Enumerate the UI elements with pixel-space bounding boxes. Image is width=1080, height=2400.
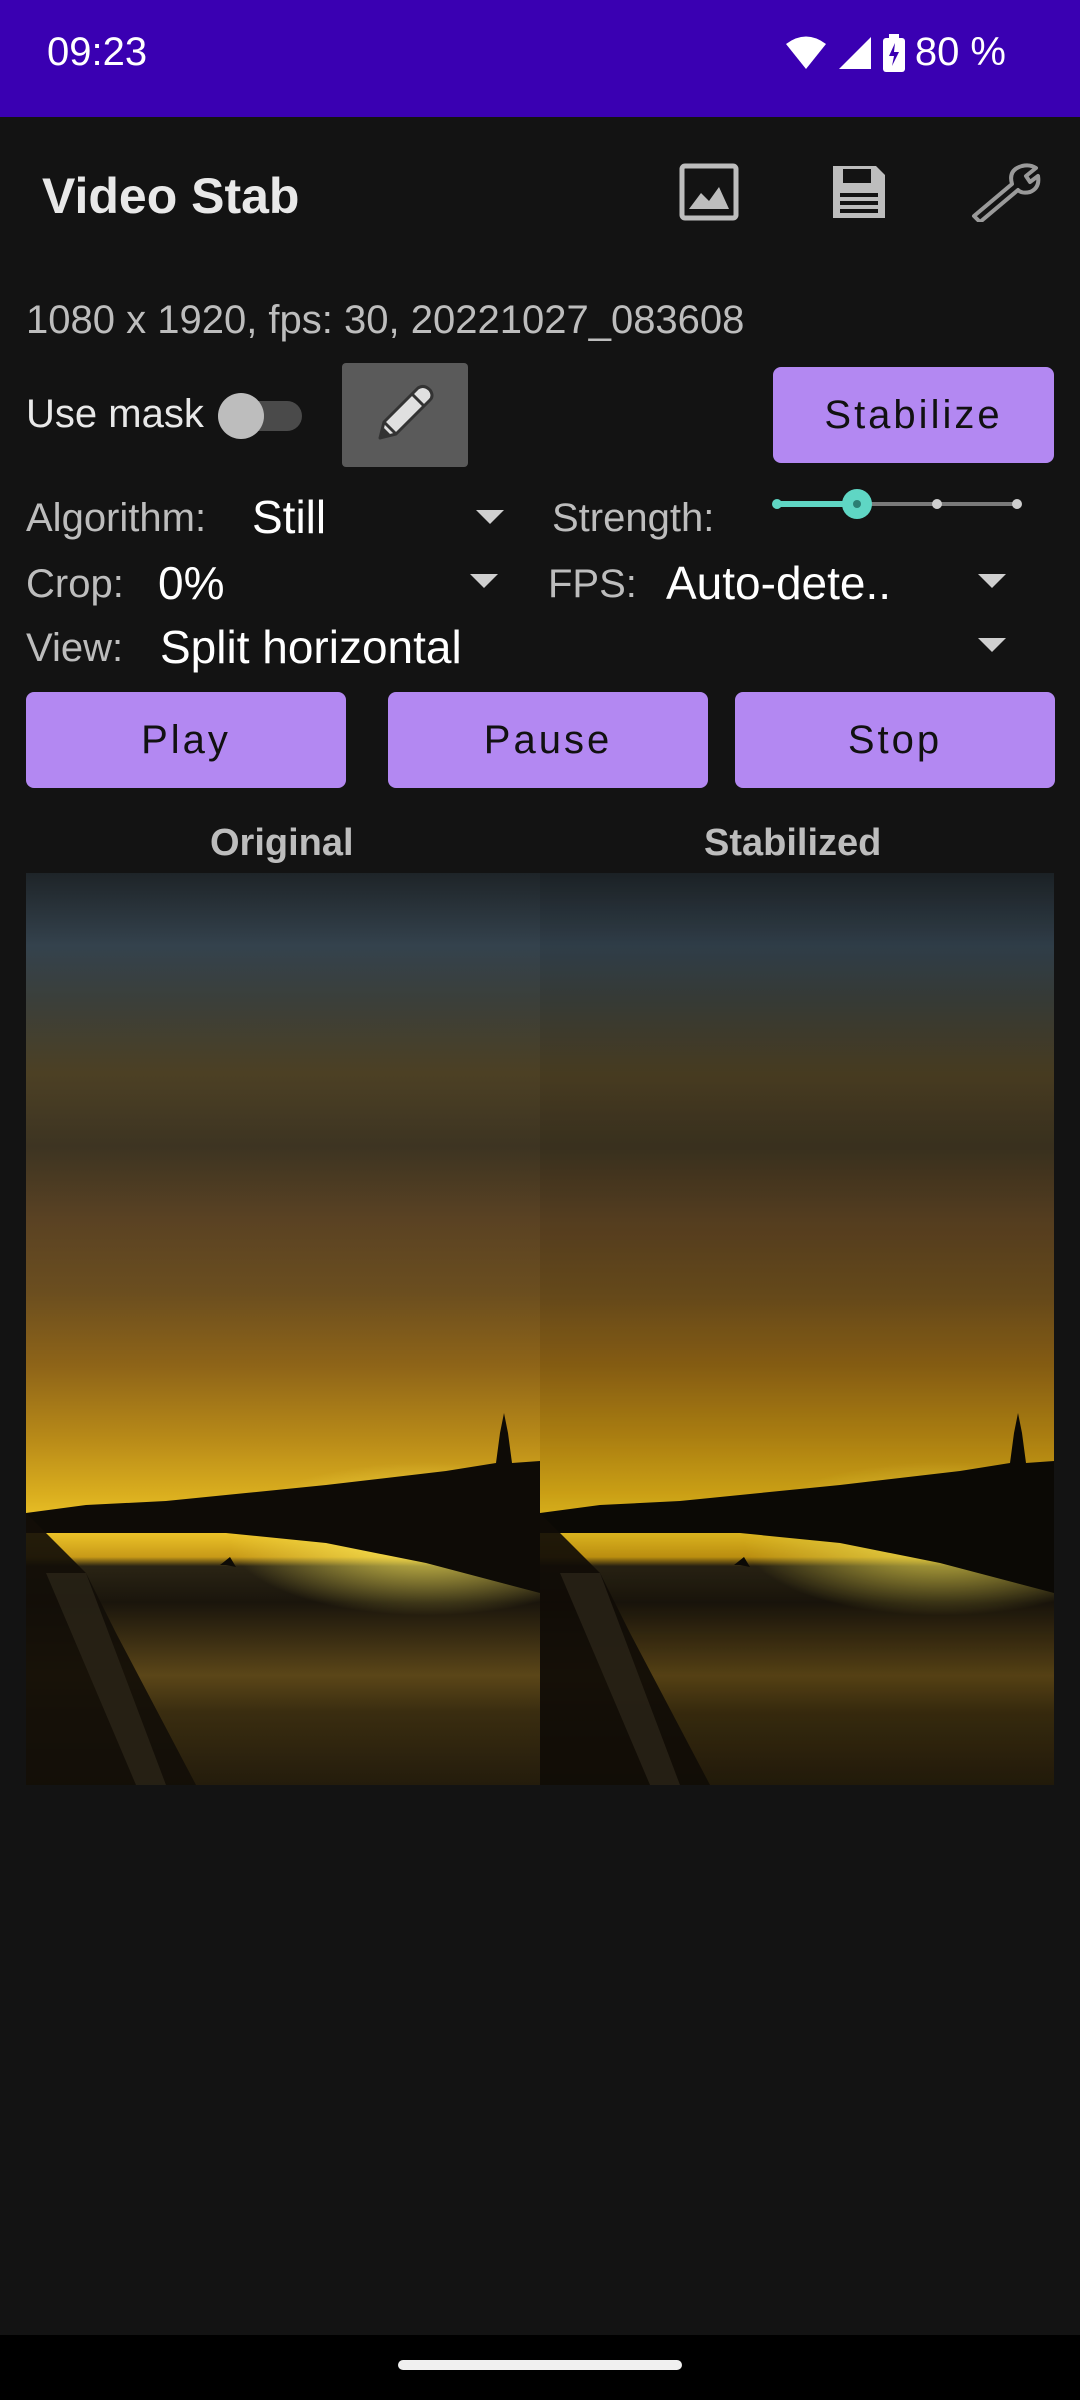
- algorithm-dropdown-icon[interactable]: [476, 510, 504, 524]
- edit-mask-button[interactable]: [342, 363, 468, 467]
- view-label: View:: [26, 626, 124, 670]
- use-mask-label: Use mask: [26, 392, 204, 436]
- wifi-icon: [785, 35, 827, 71]
- pencil-icon: [370, 378, 440, 453]
- view-dropdown-icon[interactable]: [978, 638, 1006, 652]
- algorithm-label: Algorithm:: [26, 496, 207, 540]
- fps-select[interactable]: Auto-dete..: [666, 556, 891, 610]
- crop-dropdown-icon[interactable]: [470, 574, 498, 588]
- signal-icon: [837, 35, 873, 71]
- pause-button[interactable]: Pause: [388, 692, 708, 788]
- wrench-icon[interactable]: [968, 155, 1042, 229]
- status-indicators: 80 %: [785, 30, 1006, 75]
- original-video-preview: [26, 873, 540, 1785]
- crop-select[interactable]: 0%: [158, 556, 224, 610]
- toggle-thumb: [218, 393, 264, 439]
- strength-label: Strength:: [552, 496, 715, 540]
- algorithm-select[interactable]: Still: [252, 490, 326, 544]
- status-time: 09:23: [47, 30, 148, 74]
- battery-percentage: 80 %: [914, 30, 1006, 74]
- strength-slider[interactable]: [772, 486, 1022, 522]
- status-bar: 09:23 80 %: [0, 0, 1080, 117]
- slider-tick: [932, 499, 942, 509]
- original-label: Original: [210, 822, 354, 864]
- app-bar: Video Stab: [0, 117, 1080, 267]
- home-handle[interactable]: [398, 2360, 682, 2370]
- navigation-bar: [0, 2335, 1080, 2400]
- stabilized-video-preview: [540, 873, 1054, 1785]
- stabilized-label: Stabilized: [704, 822, 882, 864]
- slider-tick: [1012, 499, 1022, 509]
- file-info: 1080 x 1920, fps: 30, 20221027_083608: [26, 298, 745, 342]
- battery-icon: [882, 33, 905, 72]
- image-icon[interactable]: [672, 155, 746, 229]
- slider-thumb[interactable]: [842, 489, 872, 519]
- stabilize-button[interactable]: Stabilize: [773, 367, 1054, 463]
- crop-label: Crop:: [26, 562, 124, 606]
- play-button[interactable]: Play: [26, 692, 346, 788]
- view-select[interactable]: Split horizontal: [160, 620, 462, 674]
- fps-label: FPS:: [548, 562, 637, 606]
- slider-tick: [772, 499, 782, 509]
- save-icon[interactable]: [822, 155, 896, 229]
- fps-dropdown-icon[interactable]: [978, 574, 1006, 588]
- use-mask-toggle[interactable]: [218, 393, 302, 439]
- stop-button[interactable]: Stop: [735, 692, 1055, 788]
- app-title: Video Stab: [42, 168, 300, 224]
